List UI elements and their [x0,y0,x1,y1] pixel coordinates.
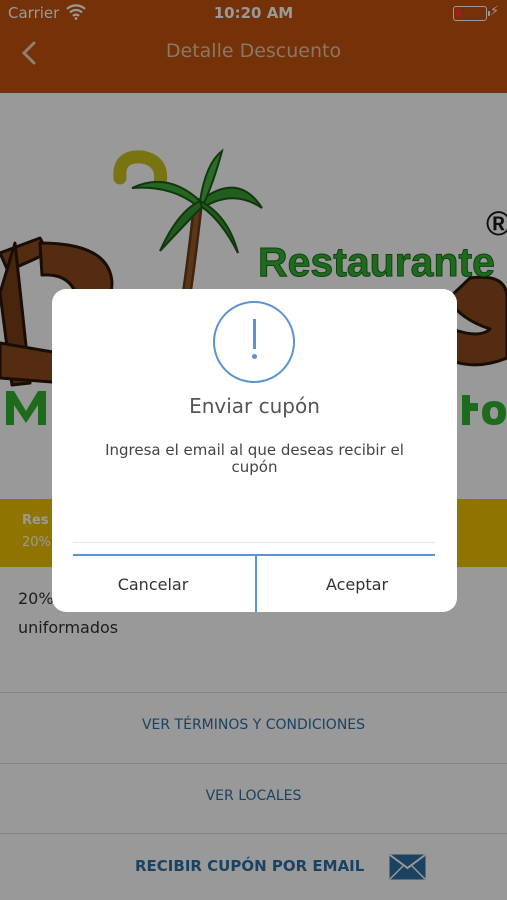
exclamation-bar [253,319,256,349]
email-input[interactable] [73,501,435,543]
exclamation-dot [252,354,257,359]
cancel-button[interactable]: Cancelar [52,556,254,612]
alert-icon [213,301,295,383]
dialog-title: Enviar cupón [189,394,320,418]
dialog-message: Ingresa el email al que deseas recibir e… [105,441,404,476]
accept-button[interactable]: Aceptar [257,556,457,612]
send-coupon-dialog: Enviar cupón Ingresa el email al que des… [52,289,457,612]
